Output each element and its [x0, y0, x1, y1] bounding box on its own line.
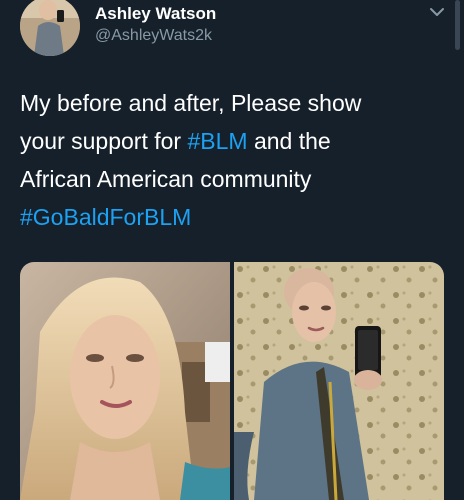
before-photo[interactable]: [20, 262, 230, 500]
tweet-line-2: your support for #BLM and the: [20, 122, 450, 160]
tweet-line-1: My before and after, Please show: [20, 90, 362, 116]
after-photo-image: [234, 262, 444, 500]
tweet-line-2-prefix: your support for: [20, 128, 188, 154]
tweet-header: Ashley Watson @AshleyWats2k: [0, 0, 464, 60]
tweet-line-3: African American community: [20, 166, 312, 192]
scrollbar[interactable]: [455, 0, 460, 50]
author-name[interactable]: Ashley Watson: [95, 4, 216, 24]
chevron-down-icon[interactable]: [428, 6, 446, 20]
author-avatar[interactable]: [20, 0, 80, 56]
tweet-line-2-suffix: and the: [247, 128, 331, 154]
hashtag-blm-link[interactable]: #BLM: [187, 128, 247, 154]
author-handle[interactable]: @AshleyWats2k: [95, 27, 212, 45]
tweet-text: My before and after, Please show your su…: [20, 84, 450, 236]
hashtag-gobaldforblm-link[interactable]: #GoBaldForBLM: [20, 198, 450, 236]
avatar-image: [20, 0, 80, 56]
after-photo[interactable]: [234, 262, 444, 500]
before-photo-image: [20, 262, 230, 500]
